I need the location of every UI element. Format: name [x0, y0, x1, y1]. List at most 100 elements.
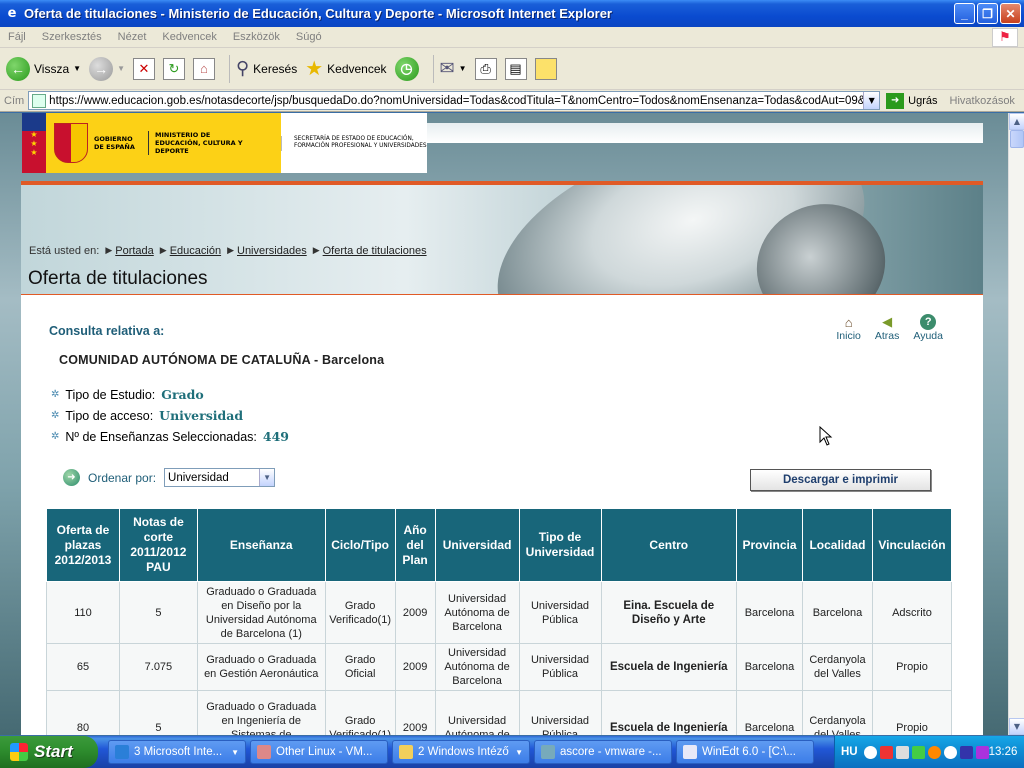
- col-centro[interactable]: Centro: [600, 508, 738, 582]
- tray-sync-icon[interactable]: [943, 745, 957, 759]
- page-nav-icons: ⌂ Inicio ◀ Atras ? Ayuda: [836, 314, 943, 342]
- menu-view[interactable]: Nézet: [110, 31, 155, 43]
- fact-label: Tipo de acceso:: [65, 408, 154, 423]
- taskbar-item-ascore[interactable]: ascore - vmware -...: [534, 740, 672, 764]
- search-icon: ⚲: [235, 58, 250, 78]
- fact-value: 449: [262, 429, 289, 444]
- cell-tipo-universidad: Universidad Pública: [518, 643, 602, 691]
- tray-network-icon[interactable]: [895, 745, 909, 759]
- star-icon: ★: [305, 58, 324, 80]
- mail-button[interactable]: ✉ ▼: [440, 58, 467, 79]
- cell-notas: 5: [118, 581, 198, 644]
- window-titlebar[interactable]: e Oferta de titulaciones - Ministerio de…: [0, 0, 1024, 27]
- tray-security-icon[interactable]: [879, 745, 893, 759]
- chevron-down-icon: ▼: [231, 747, 239, 757]
- tray-display-icon[interactable]: [959, 745, 973, 759]
- col-provincia[interactable]: Provincia: [736, 508, 803, 582]
- atras-link[interactable]: ◀ Atras: [875, 314, 900, 342]
- table-row: 80 5 Graduado o Graduada en Ingeniería d…: [46, 690, 953, 735]
- tray-update-icon[interactable]: [927, 745, 941, 759]
- language-indicator[interactable]: HU: [835, 746, 864, 758]
- stop-icon[interactable]: ✕: [132, 57, 155, 80]
- clock[interactable]: 13:26: [989, 746, 1024, 758]
- sort-select[interactable]: Universidad ▼: [164, 468, 276, 487]
- taskbar-item-ie[interactable]: 3 Microsoft Inte... ▼: [108, 740, 246, 764]
- go-arrow-icon[interactable]: ➜: [886, 92, 905, 109]
- col-ano-plan[interactable]: Año del Plan: [394, 508, 436, 582]
- close-button[interactable]: ✕: [1000, 3, 1021, 24]
- inicio-link[interactable]: ⌂ Inicio: [836, 314, 861, 343]
- history-icon[interactable]: ◷: [394, 56, 419, 81]
- col-oferta[interactable]: Oferta de plazas 2012/2013: [46, 508, 120, 582]
- cell-ensenanza: Graduado o Graduada en Gestión Aeronáuti…: [196, 643, 326, 691]
- forward-dropdown-icon[interactable]: ▼: [117, 64, 125, 73]
- chevron-down-icon[interactable]: ▼: [259, 469, 275, 486]
- breadcrumb-portada[interactable]: Portada: [115, 245, 154, 257]
- taskbar-item-winedt[interactable]: WinEdt 6.0 - [C:\...: [676, 740, 814, 764]
- edit-icon[interactable]: ▤: [504, 57, 527, 80]
- download-print-button[interactable]: Descargar e imprimir: [750, 469, 931, 491]
- scroll-thumb[interactable]: [1010, 130, 1024, 148]
- col-ensenanza[interactable]: Enseñanza: [196, 508, 326, 582]
- breadcrumb-oferta[interactable]: Oferta de titulaciones: [323, 245, 427, 257]
- sort-go-icon[interactable]: ➜: [63, 469, 80, 486]
- note-icon[interactable]: [534, 57, 557, 80]
- start-label: Start: [34, 742, 73, 761]
- col-universidad[interactable]: Universidad: [434, 508, 520, 582]
- col-vinculacion[interactable]: Vinculación: [871, 508, 953, 582]
- back-dropdown-icon[interactable]: ▼: [73, 64, 81, 73]
- search-label: Keresés: [253, 61, 298, 76]
- vertical-scrollbar[interactable]: ▲ ▼: [1008, 113, 1024, 735]
- cell-localidad: Barcelona: [801, 581, 873, 644]
- tray-misc-icon[interactable]: [975, 745, 989, 759]
- cell-ensenanza: Graduado o Graduada en Diseño por la Uni…: [196, 581, 326, 644]
- maximize-button[interactable]: ❐: [977, 3, 998, 24]
- chevron-down-icon: ▼: [515, 747, 523, 757]
- taskbar-item-vmware[interactable]: Other Linux - VM...: [250, 740, 388, 764]
- menu-favorites[interactable]: Kedvencek: [154, 31, 224, 43]
- hero-banner: Está usted en: ▶ Portada ▶ Educación ▶ U…: [21, 185, 983, 295]
- address-url[interactable]: https://www.educacion.gob.es/notasdecort…: [49, 95, 863, 107]
- eu-flag-icon: ★ ★ ★: [22, 113, 46, 173]
- window-title: Oferta de titulaciones - Ministerio de E…: [24, 6, 612, 21]
- search-button[interactable]: ⚲ Keresés: [236, 58, 297, 79]
- vmware-icon: [257, 745, 271, 759]
- breadcrumb-educacion[interactable]: Educación: [170, 245, 221, 257]
- home-icon[interactable]: ⌂: [192, 57, 215, 80]
- address-dropdown-icon[interactable]: ▼: [863, 92, 880, 109]
- results-table-container: Oferta de plazas 2012/2013 Notas de cort…: [46, 508, 953, 735]
- home-icon: ⌂: [844, 314, 853, 330]
- col-localidad[interactable]: Localidad: [801, 508, 873, 582]
- cell-ciclo: Grado Oficial: [324, 643, 396, 691]
- start-button[interactable]: Start: [0, 736, 98, 768]
- print-icon[interactable]: ⎙: [474, 57, 497, 80]
- menu-edit[interactable]: Szerkesztés: [34, 31, 110, 43]
- back-button[interactable]: ← Vissza ▼: [6, 56, 81, 81]
- col-tipo-universidad[interactable]: Tipo de Universidad: [518, 508, 602, 582]
- sort-control: ➜ Ordenar por: Universidad ▼: [63, 468, 276, 487]
- scroll-up-icon[interactable]: ▲: [1009, 113, 1024, 130]
- col-ciclo[interactable]: Ciclo/Tipo: [324, 508, 396, 582]
- menu-file[interactable]: Fájl: [0, 31, 34, 43]
- region-title: COMUNIDAD AUTÓNOMA DE CATALUÑA - Barcelo…: [59, 353, 385, 367]
- sort-select-value: Universidad: [168, 471, 229, 484]
- go-button[interactable]: Ugrás: [908, 95, 937, 107]
- menu-help[interactable]: Súgó: [288, 31, 330, 43]
- ayuda-link[interactable]: ? Ayuda: [913, 314, 943, 342]
- minimize-button[interactable]: _: [954, 3, 975, 24]
- menu-tools[interactable]: Eszközök: [225, 31, 288, 43]
- refresh-icon[interactable]: ↻: [162, 57, 185, 80]
- forward-button[interactable]: → ▼: [89, 56, 125, 81]
- links-toolbar[interactable]: Hivatkozások: [950, 95, 1015, 107]
- taskbar-item-explorer[interactable]: 2 Windows Intéző ▼: [392, 740, 530, 764]
- scroll-down-icon[interactable]: ▼: [1009, 718, 1024, 735]
- favorites-button[interactable]: ★ Kedvencek: [305, 56, 386, 81]
- address-input[interactable]: https://www.educacion.gob.es/notasdecort…: [28, 91, 881, 110]
- windows-logo-icon: ⚑: [992, 28, 1018, 47]
- breadcrumb-universidades[interactable]: Universidades: [237, 245, 307, 257]
- col-notas[interactable]: Notas de corte 2011/2012 PAU: [118, 508, 198, 582]
- tray-app-icon[interactable]: [911, 745, 925, 759]
- cell-oferta: 110: [46, 581, 120, 644]
- tray-arrow-icon[interactable]: [863, 745, 877, 759]
- forward-arrow-icon: →: [89, 56, 114, 81]
